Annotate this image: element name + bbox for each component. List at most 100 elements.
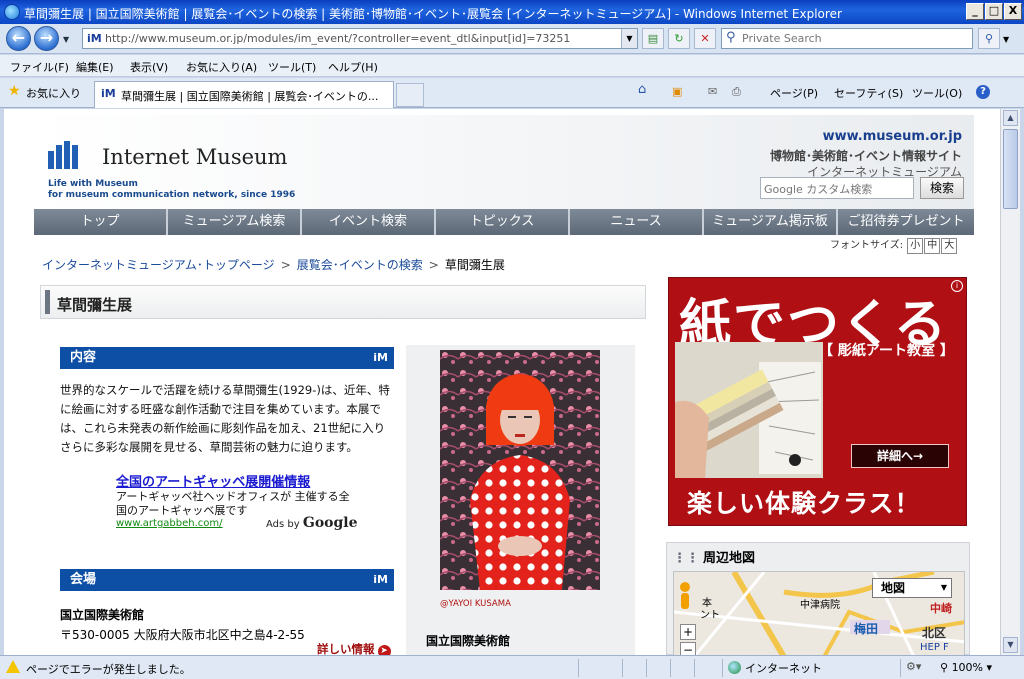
- nav-topics[interactable]: トピックス: [436, 209, 570, 235]
- page-menu[interactable]: ページ(P): [770, 85, 818, 101]
- banner-tagline: 楽しい体験クラス！: [687, 489, 921, 518]
- breadcrumb-event-search[interactable]: 展覧会･イベントの検索: [297, 258, 423, 272]
- new-tab-button[interactable]: [396, 83, 424, 107]
- ad-info-icon[interactable]: i: [951, 280, 963, 292]
- history-dropdown-icon[interactable]: ▼: [63, 35, 69, 44]
- zoom-level[interactable]: ⚲ 100% ▾: [940, 661, 992, 674]
- zoom-in-button[interactable]: +: [680, 624, 696, 640]
- event-description: 世界的なスケールで活躍を続ける草間彌生(1929-)は、近年、特に絵画に対する旺…: [60, 383, 390, 454]
- im-mark-icon: iM: [373, 573, 388, 586]
- nav-board[interactable]: ミュージアム掲示板: [704, 209, 838, 235]
- breadcrumb-current: 草間彌生展: [444, 258, 505, 272]
- zoom-out-button[interactable]: −: [680, 642, 696, 655]
- help-icon[interactable]: ?: [976, 85, 990, 99]
- feeds-icon[interactable]: ▣: [672, 85, 682, 98]
- ad-text: アートギャッベ社ヘッドオフィスが 主催する全国のアートギャッベ展です: [116, 490, 350, 517]
- site-search-button[interactable]: 検索: [920, 177, 964, 199]
- tools-menu[interactable]: ツール(O): [912, 85, 962, 101]
- site-favicon-icon: iM: [87, 32, 102, 45]
- home-icon[interactable]: ⌂: [638, 82, 646, 97]
- site-logo-text[interactable]: Internet Museum: [102, 145, 287, 169]
- status-divider: [578, 659, 579, 677]
- breadcrumb: インターネットミュージアム･トップページ > 展覧会･イベントの検索 > 草間彌生展: [42, 256, 505, 273]
- scroll-up-icon[interactable]: ▲: [1003, 110, 1018, 126]
- browser-tab[interactable]: iM 草間彌生展 | 国立国際美術館 | 展覧会･イベントの...: [94, 81, 394, 108]
- menu-tools[interactable]: ツール(T): [268, 59, 316, 75]
- mail-icon[interactable]: ✉: [708, 85, 717, 98]
- banner-subhead: 【 彫紙アート教室 】: [819, 343, 954, 359]
- maximize-button[interactable]: □: [985, 3, 1003, 20]
- venue-details-link[interactable]: 詳しい情報 ➤: [317, 641, 391, 655]
- window-title: 草間彌生展 | 国立国際美術館 | 展覧会･イベントの検索 | 美術館･博物館･…: [24, 7, 842, 21]
- address-url[interactable]: http://www.museum.or.jp/modules/im_event…: [105, 32, 570, 45]
- menu-view[interactable]: 表示(V): [130, 59, 168, 75]
- print-icon[interactable]: ⎙: [732, 85, 741, 99]
- menu-file[interactable]: ファイル(F): [10, 59, 69, 75]
- map-area[interactable]: + − 本 ント 中津病院 梅田 北区 中崎 HEP F 地図 ▼: [673, 571, 965, 655]
- artist-photo[interactable]: [440, 350, 600, 590]
- address-dropdown-icon[interactable]: ▼: [621, 29, 637, 48]
- grip-icon: ⋮⋮: [673, 551, 699, 566]
- compatibility-icon[interactable]: ▤: [642, 28, 664, 49]
- map-heading-label: 周辺地図: [703, 551, 756, 566]
- refresh-icon[interactable]: ↻: [668, 28, 690, 49]
- search-options-icon[interactable]: ▼: [1003, 35, 1009, 44]
- ad-link[interactable]: 全国のアートギャッベ展開催情報: [116, 471, 310, 490]
- breadcrumb-separator: >: [280, 258, 291, 272]
- warning-icon[interactable]: [6, 660, 20, 673]
- protected-mode-icon[interactable]: ⚙▾: [906, 660, 921, 673]
- map-label: 北区: [922, 626, 947, 640]
- forward-button[interactable]: →: [34, 26, 59, 51]
- map-type-select[interactable]: 地図 ▼: [872, 578, 952, 598]
- close-button[interactable]: X: [1004, 3, 1022, 20]
- scroll-down-icon[interactable]: ▼: [1003, 637, 1018, 653]
- breadcrumb-separator: >: [428, 258, 439, 272]
- venue-details-label: 詳しい情報: [317, 642, 375, 655]
- nav-present[interactable]: ご招待券プレゼント: [838, 209, 974, 235]
- status-divider: [694, 659, 695, 677]
- font-size-medium[interactable]: 中: [924, 238, 941, 254]
- menu-help[interactable]: ヘルプ(H): [328, 59, 378, 75]
- address-field[interactable]: iM http://www.museum.or.jp/modules/im_ev…: [82, 28, 638, 49]
- title-accent-bar: [45, 290, 50, 314]
- breadcrumb-home[interactable]: インターネットミュージアム･トップページ: [42, 258, 275, 272]
- banner-details-button[interactable]: 詳細へ→: [851, 444, 949, 468]
- chevron-down-icon: ▼: [940, 583, 947, 592]
- nav-top[interactable]: トップ: [34, 209, 168, 235]
- minimize-button[interactable]: _: [966, 3, 984, 20]
- pegman-icon[interactable]: [678, 582, 692, 610]
- nav-museum-search[interactable]: ミュージアム検索: [168, 209, 302, 235]
- nav-news[interactable]: ニュース: [570, 209, 704, 235]
- content-heading: 内容 iM: [60, 347, 394, 369]
- back-button[interactable]: ←: [6, 26, 31, 51]
- menu-bar: ファイル(F) 編集(E) 表示(V) お気に入り(A) ツール(T) ヘルプ(…: [0, 55, 1024, 77]
- tab-title: 草間彌生展 | 国立国際美術館 | 展覧会･イベントの...: [121, 90, 379, 103]
- paper-art-ad-banner[interactable]: i 紙でつくる 【 彫紙アート教室 】 詳細へ→ 楽しい体験クラス！: [668, 277, 967, 526]
- font-size-large[interactable]: 大: [941, 238, 958, 254]
- menu-favorites[interactable]: お気に入り(A): [186, 59, 257, 75]
- font-size-small[interactable]: 小: [907, 238, 924, 254]
- security-zone[interactable]: インターネット: [728, 660, 822, 676]
- status-divider: [622, 659, 623, 677]
- status-divider: [722, 659, 723, 677]
- site-search-input[interactable]: Google カスタム検索: [760, 177, 914, 199]
- vertical-scrollbar[interactable]: ▲ ▼: [1000, 109, 1020, 655]
- ads-by-google[interactable]: Ads by Google: [266, 515, 358, 531]
- im-mark-icon: iM: [373, 351, 388, 364]
- im-logo-icon[interactable]: [48, 141, 80, 169]
- menu-edit[interactable]: 編集(E): [76, 59, 114, 75]
- site-tagline: Life with Museum: [48, 179, 138, 189]
- nav-event-search[interactable]: イベント検索: [302, 209, 436, 235]
- ad-url[interactable]: www.artgabbeh.com/: [116, 518, 223, 529]
- favorites-button[interactable]: お気に入り: [26, 85, 81, 101]
- search-placeholder: Private Search: [742, 32, 822, 45]
- safety-menu[interactable]: セーフティ(S): [834, 85, 903, 101]
- search-go-button[interactable]: ⚲: [978, 28, 1000, 49]
- venue-heading: 会場 iM: [60, 569, 394, 591]
- page-title: 草間彌生展: [57, 296, 133, 314]
- browser-search-input[interactable]: ⚲ Private Search: [721, 28, 973, 49]
- stop-icon[interactable]: ✕: [694, 28, 716, 49]
- google-logo: Google: [302, 515, 358, 531]
- scroll-thumb[interactable]: [1003, 129, 1018, 209]
- favorites-star-icon[interactable]: ★: [8, 83, 21, 99]
